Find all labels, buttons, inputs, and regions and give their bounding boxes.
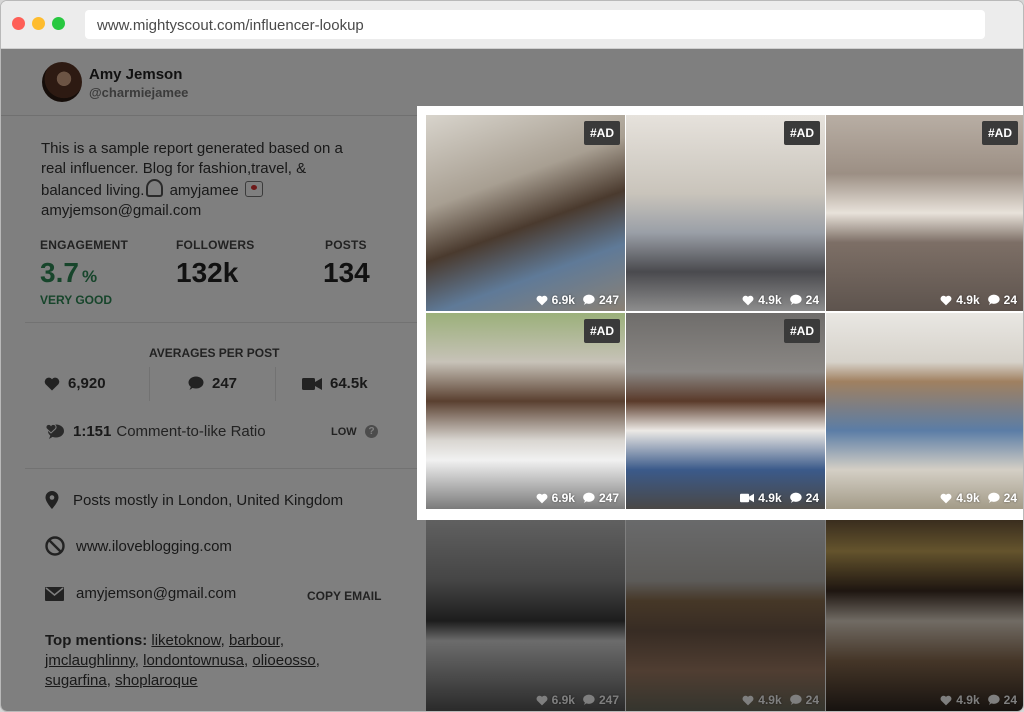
browser-titlebar: www.mightyscout.com/influencer-lookup (1, 1, 1023, 49)
close-window-button[interactable] (12, 17, 25, 30)
dim-overlay (417, 520, 1023, 711)
address-bar[interactable]: www.mightyscout.com/influencer-lookup (85, 10, 985, 39)
dim-overlay (1, 49, 417, 711)
sponsored-posts-highlight (417, 106, 1023, 520)
browser-window: www.mightyscout.com/influencer-lookup Am… (0, 0, 1024, 712)
page-content: Amy Jemson @charmiejamee This is a sampl… (1, 49, 1023, 711)
dim-overlay (417, 49, 1023, 106)
minimize-window-button[interactable] (32, 17, 45, 30)
url-text: www.mightyscout.com/influencer-lookup (97, 17, 364, 34)
maximize-window-button[interactable] (52, 17, 65, 30)
